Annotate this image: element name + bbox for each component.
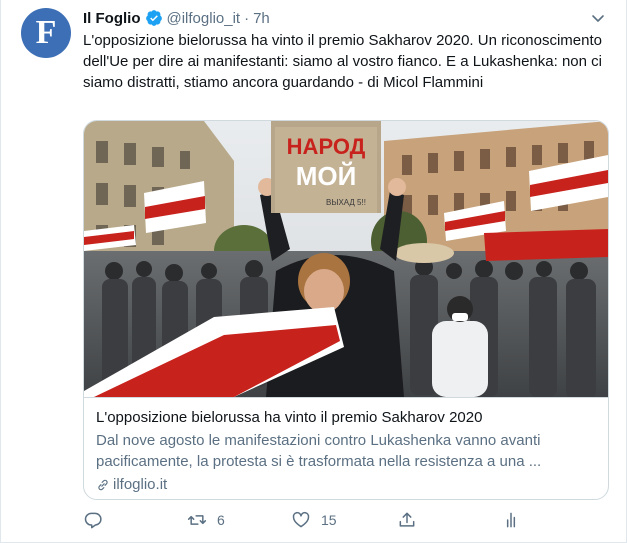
retweet-count: 6 — [217, 512, 225, 528]
sign-text-small: ВЫХАД 5!! — [326, 198, 366, 207]
tweet-header: Il Foglio @ilfoglio_it · 7h — [83, 8, 270, 28]
chevron-down-icon[interactable] — [590, 10, 606, 26]
analytics-icon — [506, 512, 516, 528]
link-card[interactable]: НАРОД МОЙ ВЫХАД 5!! L'opposizione bielor… — [83, 120, 609, 500]
like-count: 15 — [321, 512, 337, 528]
card-photo[interactable]: НАРОД МОЙ ВЫХАД 5!! — [84, 121, 608, 397]
analytics-button[interactable] — [501, 510, 521, 530]
like-button[interactable]: 15 — [291, 510, 337, 530]
separator-dot: · — [244, 9, 250, 27]
tweet-time[interactable]: 7h — [253, 10, 270, 27]
protest-photo: НАРОД МОЙ ВЫХАД 5!! — [84, 121, 608, 397]
tweet-actions: 6 15 — [83, 510, 523, 534]
heart-icon — [292, 511, 310, 528]
author-handle[interactable]: @ilfoglio_it — [167, 10, 241, 27]
card-title: L'opposizione bielorussa ha vinto il pre… — [96, 409, 483, 426]
retweet-icon — [187, 515, 207, 525]
sign-text-1: НАРОД — [287, 134, 366, 159]
tweet-text: L'opposizione bielorussa ha vinto il pre… — [83, 32, 602, 91]
sign-text-2: МОЙ — [296, 161, 357, 191]
share-icon — [399, 512, 415, 527]
avatar-letter: F — [35, 14, 57, 51]
reply-icon — [84, 512, 102, 529]
card-description: Dal nove agosto le manifestazioni contro… — [96, 432, 542, 470]
link-icon — [98, 479, 108, 491]
author-name[interactable]: Il Foglio — [83, 10, 141, 27]
reply-button[interactable] — [83, 510, 113, 530]
card-body[interactable]: L'opposizione bielorussa ha vinto il pre… — [84, 397, 608, 499]
avatar[interactable]: F — [21, 8, 71, 58]
tweet-container[interactable]: F Il Foglio @ilfoglio_it · 7h L'opposizi… — [0, 0, 627, 543]
retweet-button[interactable]: 6 — [187, 510, 225, 530]
verified-badge-icon — [145, 10, 162, 26]
card-domain: ilfoglio.it — [96, 475, 596, 495]
card-domain-text: ilfoglio.it — [113, 476, 168, 493]
share-button[interactable] — [397, 510, 417, 530]
